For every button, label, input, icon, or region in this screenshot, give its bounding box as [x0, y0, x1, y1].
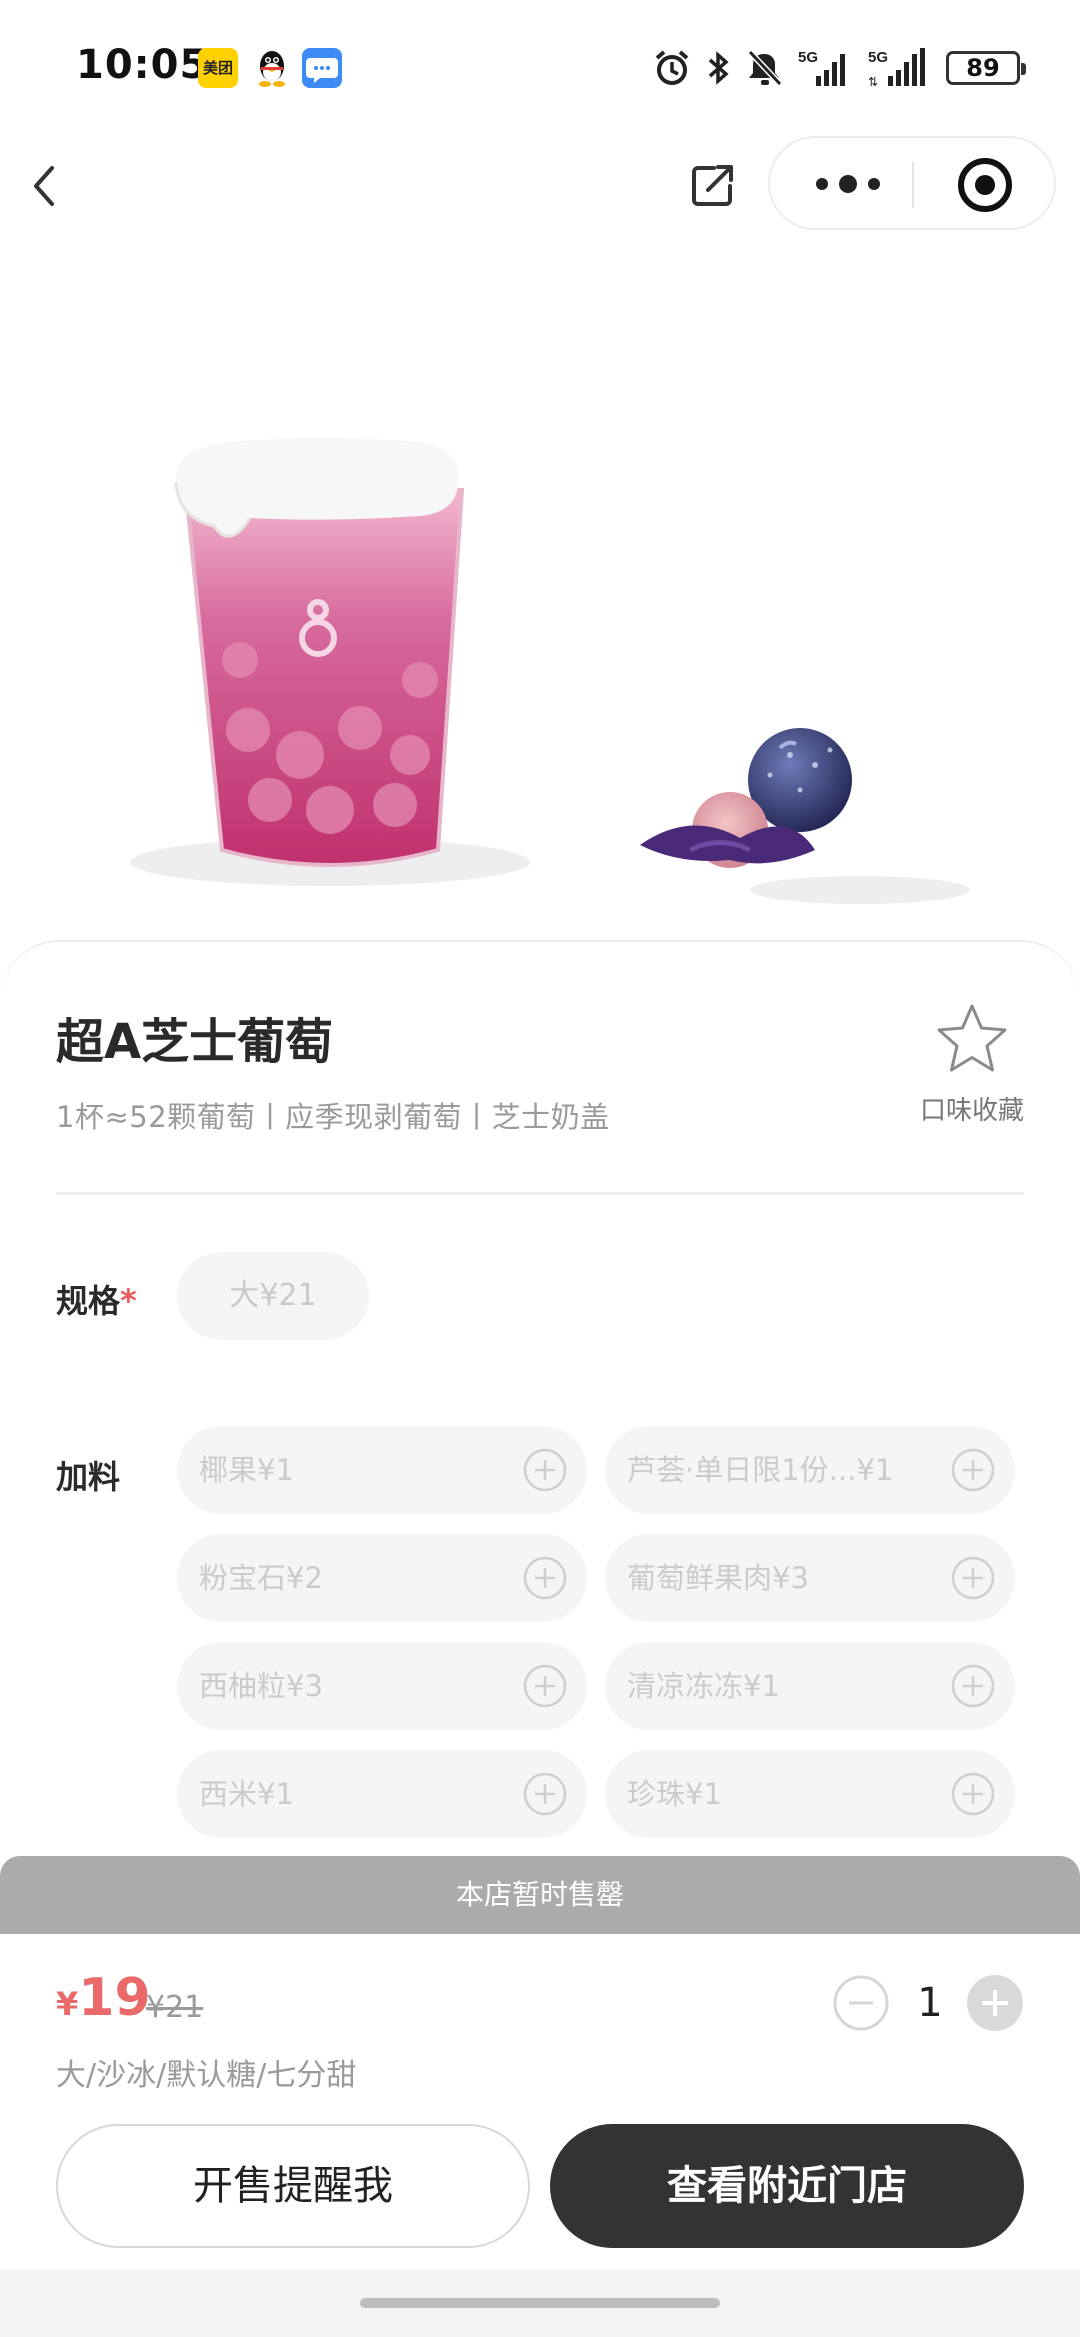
topping-name: 葡萄鲜果肉¥3	[627, 1561, 809, 1595]
divider	[56, 1192, 1024, 1195]
add-circle-icon[interactable]	[523, 1772, 567, 1816]
favorite-button[interactable]: 口味收藏	[912, 1000, 1032, 1127]
add-circle-icon[interactable]	[951, 1772, 995, 1816]
home-indicator[interactable]	[360, 2298, 720, 2308]
topping-option[interactable]: 粉宝石¥2	[177, 1534, 587, 1622]
spec-label: 规格*	[56, 1276, 137, 1322]
spec-label-text: 规格	[56, 1282, 121, 1320]
signal-5g-icon: 5G	[798, 49, 845, 86]
price-value: 19	[78, 1968, 151, 2028]
alarm-icon	[655, 50, 689, 85]
back-chevron-icon[interactable]	[24, 158, 64, 214]
product-name: 超A芝士葡萄	[56, 1014, 334, 1070]
target-close-icon[interactable]	[956, 156, 1014, 214]
decrease-quantity-icon[interactable]	[832, 1974, 890, 2032]
svg-text:5G: 5G	[798, 49, 818, 66]
topping-option[interactable]: 芦荟·单日限1份...¥1	[605, 1426, 1015, 1514]
current-price: ¥19	[56, 1968, 151, 2028]
status-time: 10:05	[76, 42, 209, 88]
topping-label: 加料	[56, 1458, 121, 1496]
view-nearby-stores-button[interactable]: 查看附近门店	[550, 2124, 1024, 2248]
mute-icon	[747, 49, 783, 87]
add-circle-icon[interactable]	[951, 1556, 995, 1600]
quantity-value: 1	[917, 1980, 943, 2026]
star-icon[interactable]	[933, 1000, 1011, 1078]
topping-name: 西米¥1	[199, 1777, 294, 1811]
status-bar: 10:05 美团 5G 5G ⇅ 89	[0, 0, 1080, 140]
product-image	[130, 438, 970, 904]
message-notification-icon	[302, 48, 342, 88]
topping-option[interactable]: 西柚粒¥3	[177, 1642, 587, 1730]
share-icon[interactable]	[684, 158, 740, 214]
topping-name: 珍珠¥1	[627, 1777, 722, 1811]
add-circle-icon[interactable]	[951, 1664, 995, 1708]
mini-program-capsule	[768, 136, 1056, 230]
topping-name: 西柚粒¥3	[199, 1669, 323, 1703]
svg-text:5G: 5G	[868, 49, 888, 66]
qq-notification-icon	[252, 48, 292, 88]
topping-name: 椰果¥1	[199, 1453, 294, 1487]
topping-option[interactable]: 椰果¥1	[177, 1426, 587, 1514]
topping-name: 芦荟·单日限1份...¥1	[627, 1453, 894, 1487]
topping-option[interactable]: 珍珠¥1	[605, 1750, 1015, 1838]
add-circle-icon[interactable]	[523, 1556, 567, 1600]
add-circle-icon[interactable]	[523, 1448, 567, 1492]
topping-option[interactable]: 西米¥1	[177, 1750, 587, 1838]
remind-me-button[interactable]: 开售提醒我	[56, 2124, 530, 2248]
add-circle-icon[interactable]	[951, 1448, 995, 1492]
topping-name: 清凉冻冻¥1	[627, 1669, 780, 1703]
favorite-label: 口味收藏	[919, 1096, 1024, 1126]
meituan-notification-icon: 美团	[198, 48, 238, 88]
required-mark: *	[120, 1282, 137, 1320]
product-description: 1杯≈52颗葡萄丨应季现剥葡萄丨芝士奶盖	[56, 1100, 610, 1134]
selected-options: 大/沙冰/默认糖/七分甜	[56, 2058, 357, 2093]
more-dots-icon[interactable]	[810, 160, 886, 208]
topping-option[interactable]: 清凉冻冻¥1	[605, 1642, 1015, 1730]
signal-5g-icon: 5G ⇅	[868, 48, 925, 89]
soldout-notice: 本店暂时售罄	[0, 1856, 1080, 1934]
topping-option[interactable]: 葡萄鲜果肉¥3	[605, 1534, 1015, 1622]
original-price: ¥21	[146, 1990, 204, 2025]
topping-name: 粉宝石¥2	[199, 1561, 323, 1595]
spec-option-large[interactable]: 大¥21	[177, 1252, 369, 1340]
svg-text:⇅: ⇅	[868, 75, 878, 89]
add-circle-icon[interactable]	[523, 1664, 567, 1708]
currency-symbol: ¥	[56, 1985, 79, 2023]
status-icons: 5G 5G ⇅ 89	[652, 46, 1026, 90]
battery-icon: 89	[946, 51, 1026, 85]
capsule-separator	[912, 162, 914, 208]
increase-quantity-icon[interactable]	[966, 1974, 1024, 2032]
bluetooth-icon	[708, 51, 729, 85]
